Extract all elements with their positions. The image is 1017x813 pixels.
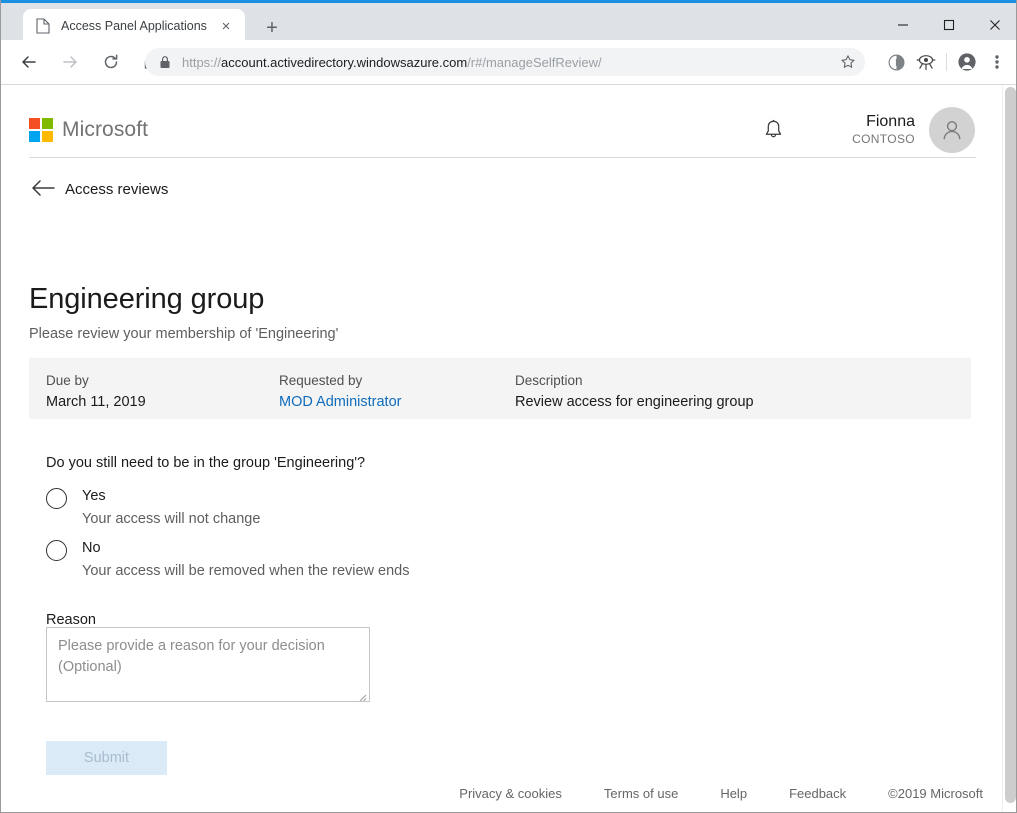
radio-label: Yes	[82, 486, 260, 506]
browser-tab-strip: Access Panel Applications × +	[1, 3, 1017, 40]
footer-link-help[interactable]: Help	[720, 786, 747, 801]
profile-avatar-icon[interactable]	[952, 48, 982, 76]
toolbar-icons	[881, 48, 1012, 76]
info-column-due-by: Due by March 11, 2019	[46, 371, 146, 413]
footer-copyright: ©2019 Microsoft	[888, 786, 983, 801]
page-viewport: Microsoft Fionna CONTOSO	[1, 85, 1017, 812]
radio-description: Your access will not change	[82, 509, 260, 529]
back-to-access-reviews-link[interactable]: Access reviews	[31, 180, 168, 198]
reload-icon[interactable]	[95, 46, 127, 78]
reason-placeholder: Please provide a reason for your decisio…	[58, 636, 358, 678]
page-scrollbar[interactable]	[1002, 85, 1017, 812]
reason-input[interactable]: Please provide a reason for your decisio…	[46, 627, 370, 702]
minimize-icon[interactable]	[880, 6, 926, 43]
submit-button[interactable]: Submit	[46, 741, 167, 775]
browser-tab[interactable]: Access Panel Applications ×	[23, 9, 245, 43]
site-header: Microsoft Fionna CONTOSO	[1, 85, 997, 153]
back-arrow-icon	[31, 180, 55, 198]
page-title: Engineering group	[29, 282, 264, 316]
logo-square-blue	[29, 131, 40, 142]
info-label: Due by	[46, 371, 146, 390]
footer-link-feedback[interactable]: Feedback	[789, 786, 846, 801]
info-value: Review access for engineering group	[515, 392, 754, 413]
microsoft-logo-icon	[29, 118, 53, 142]
close-icon[interactable]: ×	[215, 15, 237, 37]
logo-square-green	[42, 118, 53, 129]
close-window-icon[interactable]	[972, 6, 1017, 43]
eye-extension-icon[interactable]	[911, 48, 941, 76]
review-question: Do you still need to be in the group 'En…	[46, 455, 365, 471]
header-right-cluster: Fionna CONTOSO	[756, 107, 975, 153]
user-org: CONTOSO	[852, 131, 915, 148]
radio-circle-icon[interactable]	[46, 488, 67, 509]
page-content: Microsoft Fionna CONTOSO	[1, 85, 997, 812]
url-scheme: https://	[182, 55, 221, 70]
footer-link-privacy[interactable]: Privacy & cookies	[459, 786, 562, 801]
info-column-description: Description Review access for engineerin…	[515, 371, 754, 413]
user-identity[interactable]: Fionna CONTOSO	[852, 112, 915, 148]
radio-option-yes[interactable]: Yes Your access will not change	[46, 486, 260, 529]
back-link-label: Access reviews	[65, 181, 168, 198]
resize-handle-icon[interactable]	[357, 689, 367, 699]
info-column-requested-by: Requested by MOD Administrator	[279, 371, 401, 413]
star-icon[interactable]	[837, 51, 859, 73]
three-dot-menu-icon[interactable]	[982, 48, 1012, 76]
microsoft-logo[interactable]: Microsoft	[29, 118, 148, 142]
info-label: Requested by	[279, 371, 401, 390]
person-avatar-icon	[938, 116, 966, 144]
browser-window: Access Panel Applications × +	[0, 0, 1017, 813]
review-info-bar: Due by March 11, 2019 Requested by MOD A…	[29, 358, 971, 419]
footer-link-terms[interactable]: Terms of use	[604, 786, 678, 801]
maximize-icon[interactable]	[926, 6, 972, 43]
circle-badge-icon[interactable]	[881, 48, 911, 76]
logo-square-yellow	[42, 131, 53, 142]
url-path: /r#/manageSelfReview/	[467, 55, 601, 70]
reason-label: Reason	[46, 612, 96, 628]
header-divider	[29, 157, 976, 158]
logo-square-red	[29, 118, 40, 129]
radio-option-no[interactable]: No Your access will be removed when the …	[46, 538, 410, 581]
user-name: Fionna	[852, 112, 915, 131]
microsoft-wordmark: Microsoft	[62, 118, 148, 142]
avatar[interactable]	[929, 107, 975, 153]
toolbar-separator	[946, 53, 947, 71]
window-controls	[880, 6, 1017, 43]
back-arrow-icon[interactable]	[13, 46, 45, 78]
address-bar[interactable]: https://account.activedirectory.windowsa…	[145, 48, 865, 76]
browser-tab-title: Access Panel Applications	[61, 19, 215, 33]
radio-description: Your access will be removed when the rev…	[82, 561, 410, 581]
requested-by-link[interactable]: MOD Administrator	[279, 392, 401, 413]
page-icon	[35, 18, 51, 34]
page-footer: Privacy & cookies Terms of use Help Feed…	[1, 775, 997, 812]
address-bar-url: https://account.activedirectory.windowsa…	[182, 55, 602, 70]
bell-icon[interactable]	[756, 113, 790, 147]
info-label: Description	[515, 371, 754, 390]
radio-label: No	[82, 538, 410, 558]
new-tab-button[interactable]: +	[259, 15, 285, 41]
url-host: account.activedirectory.windowsazure.com	[221, 55, 467, 70]
lock-icon	[159, 55, 172, 69]
scrollbar-thumb[interactable]	[1005, 87, 1016, 803]
page-subtitle: Please review your membership of 'Engine…	[29, 325, 338, 344]
radio-circle-icon[interactable]	[46, 540, 67, 561]
info-value: March 11, 2019	[46, 392, 146, 413]
forward-arrow-icon	[54, 46, 86, 78]
